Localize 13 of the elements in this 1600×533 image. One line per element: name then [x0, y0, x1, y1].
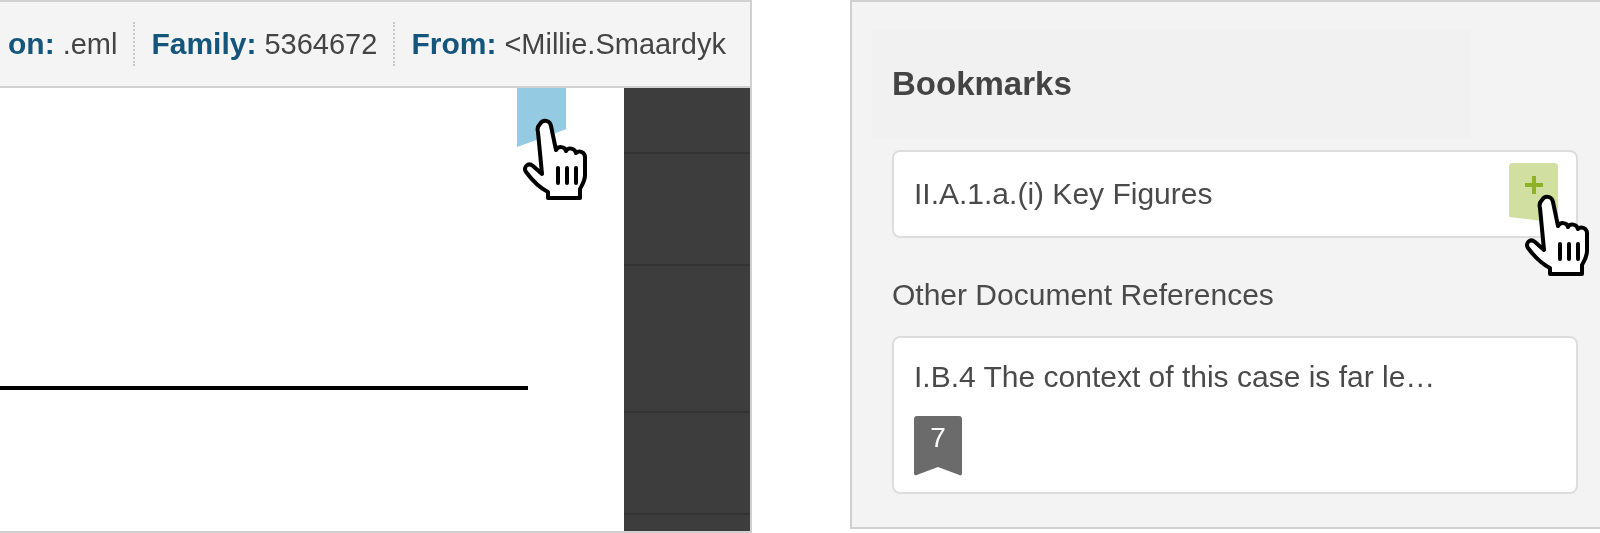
- field-label: From:: [411, 27, 497, 61]
- plus-icon: [1523, 175, 1544, 195]
- field-value: .eml: [62, 27, 118, 61]
- field-value: 5364672: [264, 27, 378, 61]
- field-label: on:: [8, 27, 55, 61]
- section-label: Other Document References: [892, 278, 1275, 312]
- field-label: Family:: [151, 27, 257, 61]
- count-badge: 7: [914, 416, 962, 476]
- bookmark-name: II.A.1.a.(i) Key Figures: [914, 177, 1213, 211]
- panel-title: Bookmarks: [892, 65, 1072, 103]
- reference-card[interactable]: I.B.4 The context of this case is far le… 7: [892, 336, 1578, 494]
- field-value: <Millie.Smaardyk: [504, 27, 726, 61]
- reference-text: I.B.4 The context of this case is far le…: [914, 360, 1437, 394]
